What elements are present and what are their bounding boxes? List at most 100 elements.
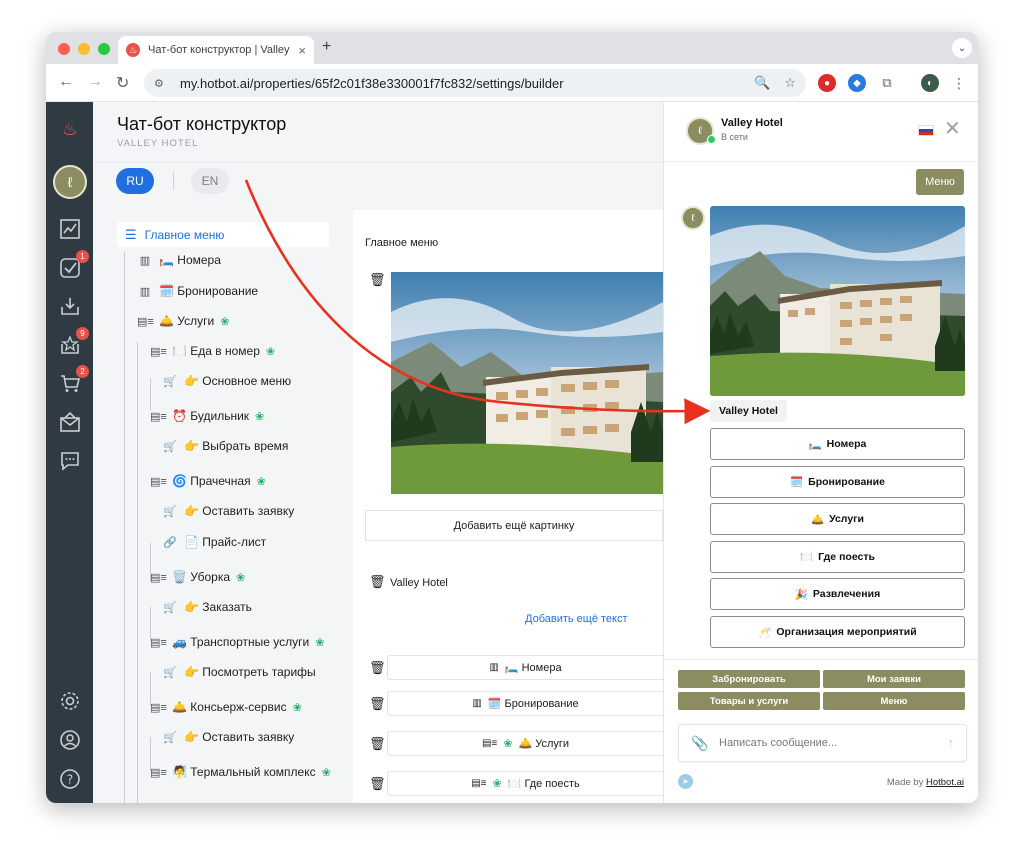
site-settings-icon[interactable]: ⚙ (154, 77, 170, 90)
chat-option-label: Где поесть (818, 550, 875, 563)
tasks-check-icon[interactable]: 1 (57, 250, 89, 281)
minimize-window-button[interactable] (78, 43, 90, 55)
tab-close-icon[interactable]: × (298, 43, 306, 58)
browser-window: ♨ Чат-бот конструктор | Valley × + ⌄ ← →… (46, 32, 978, 803)
text-block[interactable]: Valley Hotel (390, 577, 448, 589)
chat-hotel-image[interactable] (710, 206, 965, 396)
add-text-button[interactable]: Добавить ещё текст (525, 613, 628, 625)
russian-flag-icon[interactable] (918, 125, 934, 136)
reload-icon[interactable]: ↻ (116, 73, 129, 93)
ai-brain-icon: ❀ (265, 345, 276, 358)
quick-button-goods-services[interactable]: Товары и услуги (678, 692, 820, 710)
inbox-download-icon[interactable] (57, 293, 83, 319)
button-type-icon: ▤≡ (481, 738, 498, 749)
delete-button-trash-icon[interactable]: 🗑 (369, 776, 386, 792)
lang-ru-button[interactable]: RU (116, 168, 154, 194)
tree-node-type-icon: ▤≡ (150, 475, 167, 488)
forward-arrow-icon[interactable]: → (87, 73, 103, 91)
hotel-image[interactable] (391, 272, 663, 494)
url-text[interactable]: my.hotbot.ai/properties/65f2c01f38e33000… (180, 76, 740, 91)
tree-node-label: 🌀 Прачечная (172, 474, 251, 488)
tree-node[interactable]: ▤≡ ⏰ Будильник ❀ (150, 405, 264, 427)
chat-option-button[interactable]: 🗓️ Бронирование (710, 465, 965, 498)
reviews-tray-icon[interactable]: 9 (57, 327, 89, 358)
message-input[interactable] (719, 731, 929, 755)
analytics-icon[interactable] (57, 216, 83, 242)
delete-image-trash-icon[interactable]: 🗑 (369, 272, 386, 288)
delete-button-trash-icon[interactable]: 🗑 (369, 660, 386, 676)
mail-envelope-icon[interactable] (57, 409, 83, 435)
lang-en-button[interactable]: EN (191, 168, 229, 194)
attach-paperclip-icon[interactable]: 📎 (691, 735, 708, 752)
address-bar[interactable]: ⚙ my.hotbot.ai/properties/65f2c01f38e330… (144, 69, 806, 97)
hotbot-flame-logo-icon[interactable]: ♨ (57, 116, 83, 142)
tree-node-label: 🛎️ Консьерж-сервис (172, 700, 287, 714)
chat-bubble-icon[interactable] (57, 448, 83, 474)
tree-node[interactable]: 🛒 👉 Основное меню (162, 370, 291, 392)
tree-node-label: 🧖 Термальный комплекс (172, 765, 316, 779)
chat-widget-preview: ℓ Valley Hotel В сети ✕ Меню ℓ Valley Ho… (663, 102, 978, 803)
send-arrow-icon[interactable]: ↑ (948, 735, 955, 750)
profile-avatar[interactable]: ◐ (921, 74, 939, 92)
menu-button-row[interactable]: ▥ 🗓️ Бронирование (387, 691, 663, 716)
quick-button-my-requests[interactable]: Мои заявки (823, 670, 965, 688)
new-tab-button[interactable]: + (322, 38, 331, 56)
extensions-puzzle-icon[interactable]: ⧉ (878, 74, 896, 92)
bookmark-star-icon[interactable]: ☆ (784, 75, 796, 91)
delete-text-trash-icon[interactable]: 🗑 (369, 574, 386, 590)
tag-extension-icon[interactable]: ◆ (848, 74, 866, 92)
tree-node[interactable]: ▤≡ 🚙 Транспортные услуги ❀ (150, 631, 324, 653)
settings-gear-icon[interactable] (57, 688, 83, 714)
tree-node[interactable]: ▤≡ 🌀 Прачечная ❀ (150, 470, 266, 492)
menu-button-row[interactable]: ▤≡ ❀ 🍽️ Где поесть (387, 771, 663, 796)
maximize-window-button[interactable] (98, 43, 110, 55)
chat-option-button[interactable]: 🍽️ Где поесть (710, 540, 965, 573)
delete-button-trash-icon[interactable]: 🗑 (369, 736, 386, 752)
tree-node[interactable]: ▤≡ 🛎️ Консьерж-сервис ❀ (150, 696, 302, 718)
tree-node[interactable]: ▤≡ 🍽️ Еда в номер ❀ (150, 340, 275, 362)
chat-option-button[interactable]: 🛏️ Номера (710, 428, 965, 460)
tree-node[interactable]: ▤≡ 🧖 Термальный комплекс ❀ (150, 761, 331, 783)
delete-button-trash-icon[interactable]: 🗑 (369, 696, 386, 712)
chat-option-button[interactable]: 🥂 Организация мероприятий (710, 616, 965, 648)
tree-node[interactable]: ▥ 🗓️ Бронирование (137, 280, 258, 302)
tree-node[interactable]: ▤≡ 🗑️ Уборка ❀ (150, 566, 245, 588)
menu-button-row[interactable]: ▤≡ ❀ 🛎️ Услуги (387, 731, 663, 756)
tree-node[interactable]: 🛒 👉 Оставить заявку (162, 726, 294, 748)
telegram-icon[interactable]: ➤ (678, 774, 693, 789)
tree-node[interactable]: 🛒 👉 Оставить заявку (162, 500, 294, 522)
back-arrow-icon[interactable]: ← (58, 73, 74, 91)
close-window-button[interactable] (58, 43, 70, 55)
quick-button-menu[interactable]: Меню (823, 692, 965, 710)
zoom-icon[interactable]: 🔍 (754, 75, 770, 91)
tree-node[interactable]: 🛒 👉 Посмотреть тарифы (162, 661, 316, 683)
chat-option-button[interactable]: 🛎️ Услуги (710, 503, 965, 536)
tree-root-main-menu[interactable]: ☰ Главное меню (117, 222, 329, 247)
browser-menu-icon[interactable]: ⋮ (950, 74, 968, 92)
tree-node-label: 🗓️ Бронирование (159, 284, 259, 298)
button-type-icon: ▥ (489, 662, 499, 673)
button-row-label: 🍽️ Где поесть (507, 778, 580, 790)
tree-node[interactable]: 🔗 📄 Прайс-лист (162, 531, 266, 553)
button-row-label: 🛎️ Услуги (518, 738, 570, 750)
property-avatar[interactable]: ℓ (53, 165, 87, 199)
browser-tab[interactable]: ♨ Чат-бот конструктор | Valley × (118, 36, 314, 64)
add-picture-button[interactable]: Добавить ещё картинку (365, 510, 663, 541)
profile-user-icon[interactable] (57, 727, 83, 753)
shopping-cart-icon[interactable]: 2 (57, 365, 89, 396)
tree-node[interactable]: ▤≡ 🛎️ Услуги ❀ (137, 310, 229, 332)
tree-node-label: 🛏️ Номера (159, 253, 221, 267)
tree-node[interactable]: 🛒 👉 Выбрать время (162, 435, 288, 457)
chat-close-icon[interactable]: ✕ (944, 119, 961, 139)
menu-button-row[interactable]: ▥ 🛏️ Номера (387, 655, 663, 680)
chat-option-button[interactable]: 🎉 Развлечения (710, 578, 965, 611)
adblock-extension-icon[interactable]: ● (818, 74, 836, 92)
quick-button-book[interactable]: Забронировать (678, 670, 820, 688)
tree-node-type-icon: ▤≡ (150, 701, 167, 714)
tab-search-chevron-icon[interactable]: ⌄ (952, 38, 972, 58)
hotbot-link[interactable]: Hotbot.ai (926, 777, 964, 788)
tree-node[interactable]: ▥ 🛏️ Номера (137, 249, 221, 271)
tree-node[interactable]: 🛒 👉 Заказать (162, 596, 252, 618)
chat-option-label: Организация мероприятий (776, 626, 917, 638)
help-question-icon[interactable]: ? (57, 766, 83, 792)
